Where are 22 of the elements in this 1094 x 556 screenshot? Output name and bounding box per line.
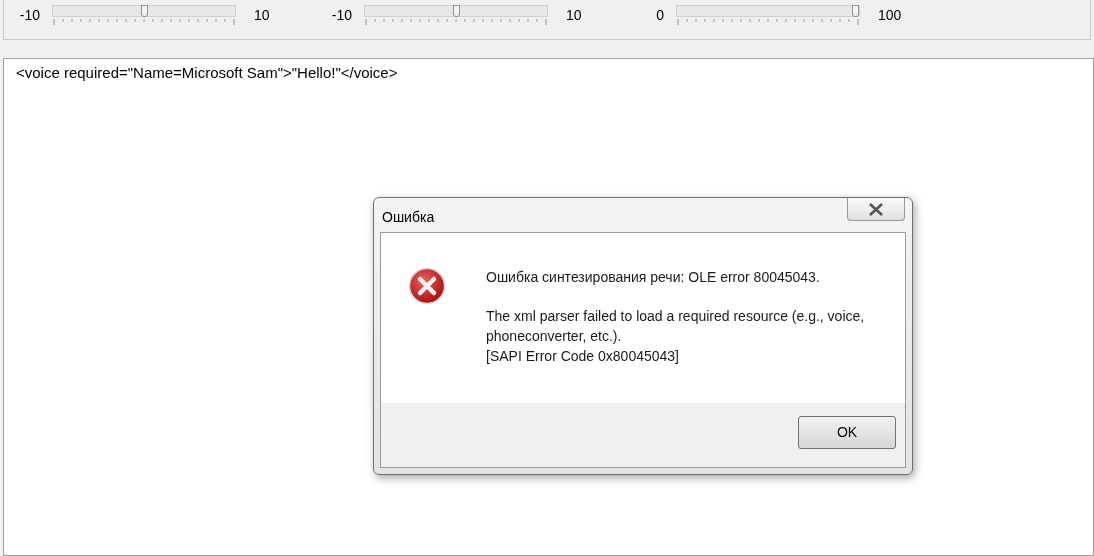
slider-max-label: 100 — [877, 6, 903, 25]
slider-min-label: -10 — [330, 6, 353, 25]
message-line: phoneconverter, etc.). — [486, 327, 623, 346]
editor-text: <voice required="Name=Microsoft Sam">"Hello!"</voice> — [16, 64, 398, 81]
slider-max-label: 10 — [565, 6, 583, 25]
slider-max-label: 10 — [253, 6, 271, 25]
message-line: Ошибка синтезирования речи: OLE error 80045043. — [486, 268, 821, 287]
slider-thumb[interactable] — [140, 5, 148, 17]
dialog-title: Ошибка — [381, 208, 435, 227]
slider-thumb[interactable] — [452, 5, 460, 17]
slider-track[interactable] — [364, 5, 548, 17]
slider-track[interactable] — [676, 5, 860, 17]
slider-track[interactable] — [52, 5, 236, 17]
close-button[interactable] — [847, 198, 905, 221]
message-line: The xml parser failed to load a required resource (e.g., voice, — [486, 307, 865, 326]
slider-min-label: 0 — [655, 6, 665, 25]
close-icon — [868, 202, 884, 216]
error-icon — [408, 267, 446, 305]
ok-button[interactable]: OK — [798, 416, 896, 449]
message-line: [SAPI Error Code 0x80045043] — [486, 347, 680, 366]
slider-min-label: -10 — [18, 6, 41, 25]
slider-thumb[interactable] — [852, 5, 859, 17]
